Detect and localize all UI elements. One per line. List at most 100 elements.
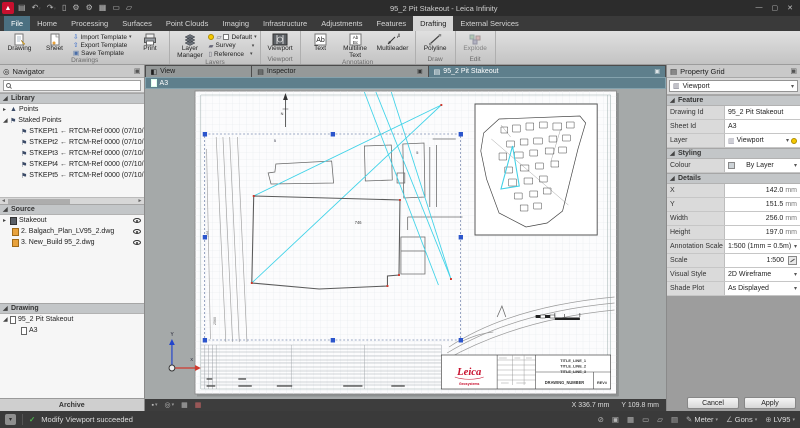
delete-icon[interactable]: ▯ <box>62 4 66 12</box>
drawing-button[interactable]: Drawing <box>3 32 36 58</box>
tree-item-dwg-3[interactable]: 3. New_Build 95_2.dwg <box>0 237 144 248</box>
tree-item-stakeout[interactable]: ▸Stakeout <box>0 215 144 226</box>
multileader-button[interactable]: A Multileader <box>374 32 412 60</box>
leica-app-icon[interactable]: ▲ <box>2 2 14 14</box>
measure-icon[interactable]: ▱ <box>657 415 663 424</box>
snap-toggle-icon[interactable]: ▦ <box>195 401 202 409</box>
tree-item-stkept4[interactable]: ⚑STKEPt4 ← RTCM-Ref 0000 (07/10/ <box>0 159 144 170</box>
object-selector[interactable]: ▥ Viewport ▾ <box>669 80 798 92</box>
import-template-button[interactable]: ⇩Import Template▾ <box>73 33 131 41</box>
tab-document[interactable]: ▤95_2 Pit Stakeout▣ <box>429 66 665 77</box>
layer-survey-row[interactable]: ▰Survey▾ <box>208 42 256 50</box>
tab-drafting[interactable]: Drafting <box>413 16 453 31</box>
apply-button[interactable]: Apply <box>744 397 796 409</box>
print-button[interactable]: Print <box>133 32 166 58</box>
tab-adjustments[interactable]: Adjustments <box>314 16 369 31</box>
styling-section-header[interactable]: ◢Styling <box>667 148 800 159</box>
settings-icon[interactable]: ⚙ <box>72 4 79 12</box>
folder-icon[interactable]: ▤ <box>671 415 678 424</box>
height-field[interactable]: 197.0mm <box>725 226 800 239</box>
snapshot-icon[interactable]: ▭ <box>112 4 120 12</box>
distance-unit-selector[interactable]: ✎Meter▾ <box>686 415 718 424</box>
tab-point-clouds[interactable]: Point Clouds <box>159 16 216 31</box>
restore-icon[interactable]: ▢ <box>772 4 779 12</box>
width-field[interactable]: 256.0mm <box>725 212 800 225</box>
pin-icon[interactable]: ▣ <box>654 68 660 75</box>
text-button[interactable]: Ab Text <box>304 32 337 60</box>
sheet-tab-a3[interactable]: A3 <box>145 77 666 89</box>
scale-link-icon[interactable] <box>788 256 797 265</box>
archive-section-header[interactable]: Archive <box>0 398 144 411</box>
visibility-eye-icon[interactable] <box>133 240 141 245</box>
undo-icon[interactable]: ↶▾ <box>32 4 41 12</box>
feature-section-header[interactable]: ◢Feature <box>667 95 800 106</box>
horizontal-scrollbar[interactable]: ◄► <box>0 197 144 204</box>
drawing-section-header[interactable]: ◢Drawing <box>0 303 144 314</box>
tab-file[interactable]: File <box>4 16 30 31</box>
source-section-header[interactable]: ◢Source <box>0 204 144 215</box>
visual-style-dropdown[interactable]: 2D Wireframe▾ <box>725 268 800 281</box>
tree-item-dwg-2[interactable]: 2. Balgach_Plan_LV95_2.dwg <box>0 226 144 237</box>
fill-mode-icon[interactable]: ▪▾ <box>152 402 158 409</box>
tab-infrastructure[interactable]: Infrastructure <box>256 16 314 31</box>
scrollbar-thumb[interactable] <box>8 199 70 204</box>
scale-field[interactable]: 1:500 <box>725 254 800 267</box>
prohibit-icon[interactable]: ⊘ <box>598 415 604 424</box>
minimize-icon[interactable]: — <box>756 4 763 12</box>
details-section-header[interactable]: ◢Details <box>667 173 800 184</box>
tree-item-stkept1[interactable]: ⚑STKEPt1 ← RTCM-Ref 0000 (07/10/ <box>0 126 144 137</box>
save-template-button[interactable]: ▣Save Template <box>73 49 131 57</box>
visibility-eye-icon[interactable] <box>133 218 141 223</box>
default-checkbox[interactable] <box>223 34 229 40</box>
x-field[interactable]: 142.0mm <box>725 184 800 197</box>
drawing-canvas[interactable]: N 744 2560 <box>145 89 666 399</box>
annotation-scale-dropdown[interactable]: 1:500 (1mm = 0.5m)▾ <box>725 240 800 253</box>
explode-button[interactable]: Explode <box>459 32 492 57</box>
layer-reference-row[interactable]: ▯Reference▾ <box>208 50 256 58</box>
tab-external-services[interactable]: External Services <box>453 16 525 31</box>
pin-icon[interactable]: ▣ <box>790 67 797 75</box>
tree-item-stkept2[interactable]: ⚑STKEPt2 ← RTCM-Ref 0000 (07/10/ <box>0 137 144 148</box>
tab-processing[interactable]: Processing <box>64 16 115 31</box>
tab-features[interactable]: Features <box>370 16 414 31</box>
snapshot-icon[interactable]: ▣ <box>612 415 619 424</box>
tab-imaging[interactable]: Imaging <box>215 16 256 31</box>
cancel-button[interactable]: Cancel <box>687 397 739 409</box>
archive-icon[interactable]: ▦ <box>99 4 107 12</box>
tree-item-sheet-a3[interactable]: A3 <box>0 325 144 336</box>
sheet-button[interactable]: Sheet <box>38 32 71 58</box>
crs-selector[interactable]: ⊕LV95▾ <box>765 415 795 424</box>
multiline-text-button[interactable]: AbBc Multiline Text <box>339 32 372 60</box>
message-icon[interactable]: ▭ <box>642 415 649 424</box>
library-section-header[interactable]: ◢Library <box>0 93 144 104</box>
layer-dropdown[interactable]: ▥ Viewport ▾ <box>725 134 800 147</box>
viewport-button[interactable]: Viewport <box>264 32 297 57</box>
shade-plot-dropdown[interactable]: As Displayed▾ <box>725 282 800 295</box>
tab-home[interactable]: Home <box>30 16 64 31</box>
tools-icon[interactable]: ⚙ <box>86 4 93 12</box>
orbit-icon[interactable]: ◎▾ <box>165 401 175 409</box>
layer-manager-button[interactable]: Layer Manager <box>173 32 206 60</box>
tab-surfaces[interactable]: Surfaces <box>115 16 159 31</box>
tree-item-stkept5[interactable]: ⚑STKEPt5 ← RTCM-Ref 0000 (07/10/ <box>0 170 144 181</box>
visibility-eye-icon[interactable] <box>133 229 141 234</box>
tab-inspector[interactable]: ▤Inspector▣ <box>252 66 427 77</box>
pin-icon[interactable]: ▣ <box>134 67 141 75</box>
tree-item-staked-points[interactable]: ◢⚑Staked Points <box>0 115 144 126</box>
close-icon[interactable]: ✕ <box>787 4 793 12</box>
angle-unit-selector[interactable]: ∠Gons▾ <box>726 415 757 424</box>
search-input[interactable] <box>3 80 141 91</box>
panel-toggle-icon[interactable]: ▾ <box>5 414 16 425</box>
pin-icon[interactable]: ▣ <box>417 68 423 75</box>
tab-view[interactable]: ◧View <box>146 66 252 77</box>
layer-default-row[interactable]: ▱Default▾ <box>208 33 256 41</box>
colour-dropdown[interactable]: By Layer ▾ <box>725 159 800 172</box>
save-icon[interactable]: ▤ <box>18 4 26 12</box>
tree-item-points[interactable]: ▸▲Points <box>0 104 144 115</box>
y-field[interactable]: 151.5mm <box>725 198 800 211</box>
grid-toggle-icon[interactable]: ▦ <box>181 401 188 409</box>
tree-item-drawing-root[interactable]: ◢95_2 Pit Stakeout <box>0 314 144 325</box>
polyline-button[interactable]: Polyline <box>419 32 452 57</box>
redo-icon[interactable]: ↷▾ <box>47 4 56 12</box>
grid-icon[interactable]: ▦ <box>627 415 634 424</box>
